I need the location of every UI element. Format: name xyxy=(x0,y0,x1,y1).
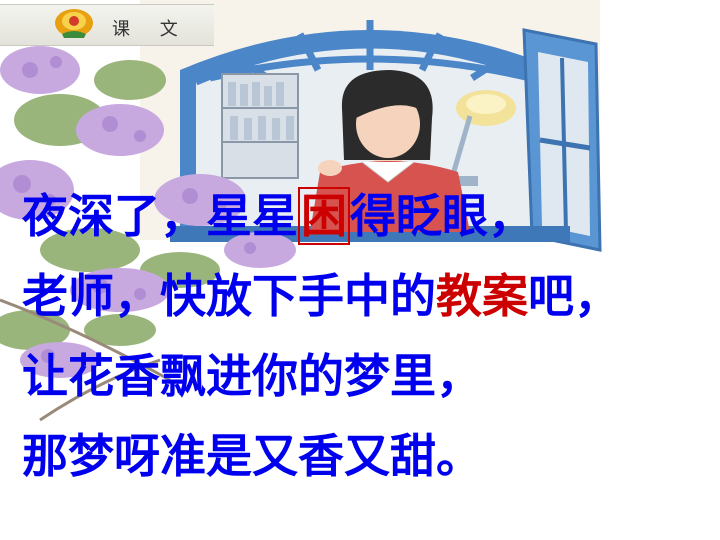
line1-highlight: 困 xyxy=(298,187,350,245)
poem: 夜深了，星星困得眨眼， 老师，快放下手中的教案吧， 让花香飘进你的梦里， 那梦呀… xyxy=(22,176,712,496)
line1-after: 得眨眼， xyxy=(350,189,534,243)
poem-line-2: 老师，快放下手中的教案吧， xyxy=(22,256,712,336)
line2-before: 老师，快放下手中的 xyxy=(22,269,436,323)
lesson-badge: 课 文 xyxy=(0,4,214,46)
poem-line-1: 夜深了，星星困得眨眼， xyxy=(22,176,712,256)
line1-before: 夜深了，星星 xyxy=(22,189,298,243)
poem-line-4: 那梦呀准是又香又甜。 xyxy=(22,429,482,483)
poem-line-3: 让花香飘进你的梦里， xyxy=(22,349,482,403)
line2-highlight: 教案 xyxy=(436,269,528,323)
bookshelf-illustration xyxy=(221,73,299,179)
flower-icon xyxy=(55,9,93,38)
line2-after: 吧， xyxy=(528,269,620,323)
lesson-label: 课 文 xyxy=(112,19,190,40)
